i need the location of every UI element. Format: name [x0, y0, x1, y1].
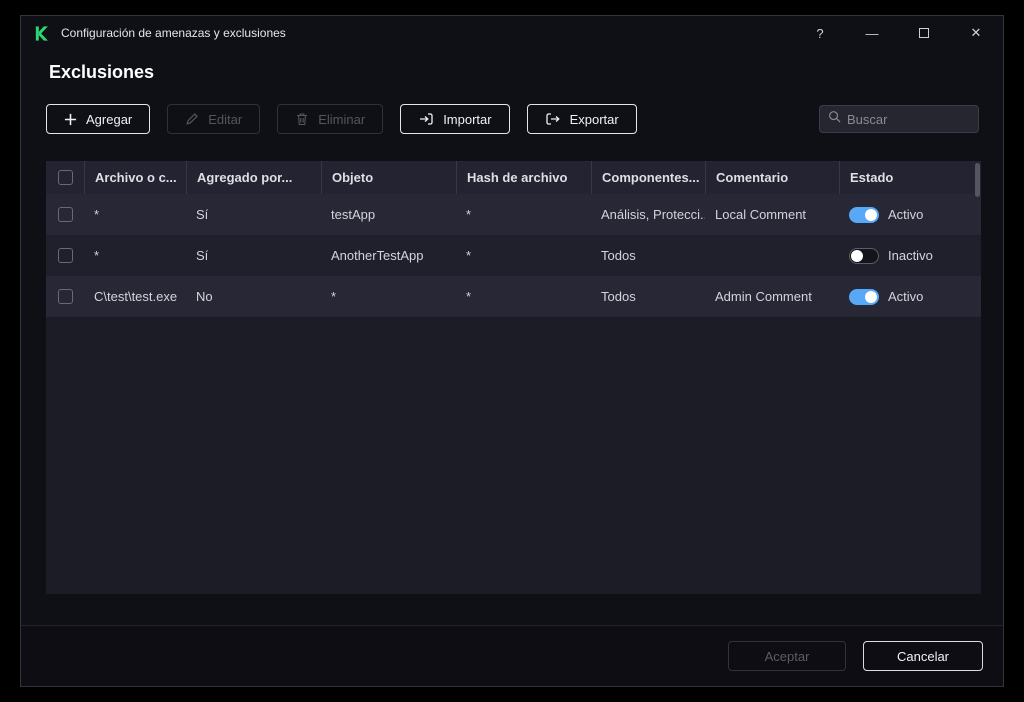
- toolbar: Agregar Editar Eliminar Importar Exporta…: [46, 104, 1023, 134]
- trash-icon: [295, 112, 309, 126]
- cell-agregado: Sí: [196, 207, 209, 222]
- cell-hash: *: [466, 207, 472, 222]
- col-header-archivo[interactable]: Archivo o c...: [84, 161, 186, 194]
- import-button[interactable]: Importar: [400, 104, 510, 134]
- col-header-agregado[interactable]: Agregado por...: [186, 161, 321, 194]
- table-row[interactable]: * Sí testApp * Análisis, Protecci... Loc…: [46, 194, 981, 235]
- export-icon: [545, 112, 561, 126]
- table-row[interactable]: C\test\test.exe No * * Todos Admin Comme…: [46, 276, 981, 317]
- minimize-button[interactable]: —: [863, 24, 881, 42]
- maximize-button[interactable]: [915, 24, 933, 42]
- plus-icon: [64, 113, 77, 126]
- export-button-label: Exportar: [569, 111, 619, 127]
- cell-objeto: *: [331, 289, 337, 304]
- accept-button[interactable]: Aceptar: [728, 641, 846, 671]
- cell-agregado: No: [196, 289, 213, 304]
- cell-archivo: *: [94, 207, 100, 222]
- cell-componentes: Todos: [601, 248, 636, 263]
- cell-hash: *: [466, 289, 472, 304]
- row-checkbox[interactable]: [57, 289, 73, 304]
- help-button[interactable]: ?: [811, 24, 829, 42]
- cell-archivo: C\test\test.exe: [94, 289, 178, 304]
- import-button-label: Importar: [443, 111, 492, 127]
- titlebar: Configuración de amenazas y exclusiones …: [21, 16, 1003, 50]
- status-label: Activo: [888, 207, 924, 222]
- toggle-knob: [851, 249, 863, 262]
- status-toggle[interactable]: [849, 288, 879, 305]
- col-header-objeto[interactable]: Objeto: [321, 161, 456, 194]
- page-title: Exclusiones: [49, 62, 155, 82]
- app-window: Configuración de amenazas y exclusiones …: [20, 15, 1023, 687]
- cell-comentario: Local Comment: [715, 207, 807, 222]
- cell-objeto: testApp: [331, 207, 376, 222]
- delete-button[interactable]: Eliminar: [277, 104, 384, 134]
- cell-hash: *: [466, 248, 472, 263]
- pencil-icon: [185, 112, 199, 126]
- row-checkbox[interactable]: [57, 248, 73, 263]
- search-box[interactable]: [819, 105, 1023, 133]
- status-toggle[interactable]: [849, 247, 879, 264]
- footer: Aceptar Cancelar: [21, 625, 1003, 686]
- edit-button[interactable]: Editar: [167, 104, 261, 134]
- status-label: Activo: [888, 289, 924, 304]
- cell-componentes: Todos: [601, 289, 636, 304]
- toggle-knob: [865, 290, 877, 303]
- add-button[interactable]: Agregar: [46, 104, 151, 134]
- window-title: Configuración de amenazas y exclusiones: [61, 26, 286, 40]
- col-header-estado[interactable]: Estado: [839, 161, 981, 194]
- cell-comentario: Admin Comment: [715, 289, 812, 304]
- cell-archivo: *: [94, 248, 100, 263]
- col-header-componentes[interactable]: Componentes...: [591, 161, 705, 194]
- delete-button-label: Eliminar: [318, 111, 366, 127]
- search-icon: [828, 110, 841, 128]
- cancel-button[interactable]: Cancelar: [863, 641, 983, 671]
- vertical-scrollbar[interactable]: [975, 163, 980, 197]
- toggle-knob: [865, 208, 877, 221]
- kaspersky-logo-icon: [33, 24, 51, 42]
- col-header-comentario[interactable]: Comentario: [705, 161, 839, 194]
- col-header-hash[interactable]: Hash de archivo: [456, 161, 591, 194]
- close-button[interactable]: ✕: [967, 24, 985, 42]
- exclusions-table: Archivo o c... Agregado por... Objeto Ha…: [46, 161, 981, 594]
- status-label: Inactivo: [888, 248, 933, 263]
- import-icon: [418, 112, 434, 126]
- row-checkbox[interactable]: [57, 207, 73, 222]
- select-all-checkbox[interactable]: [57, 170, 73, 185]
- maximize-icon: [919, 28, 929, 38]
- status-toggle[interactable]: [849, 206, 879, 223]
- cell-agregado: Sí: [196, 248, 209, 263]
- table-header: Archivo o c... Agregado por... Objeto Ha…: [46, 161, 981, 197]
- cell-objeto: AnotherTestApp: [331, 248, 424, 263]
- edit-button-label: Editar: [208, 111, 243, 127]
- cell-componentes: Análisis, Protecci...: [601, 207, 705, 222]
- search-input[interactable]: [847, 111, 1023, 127]
- export-button[interactable]: Exportar: [526, 104, 637, 134]
- table-row[interactable]: * Sí AnotherTestApp * Todos Inactivo: [46, 235, 981, 276]
- add-button-label: Agregar: [86, 111, 133, 127]
